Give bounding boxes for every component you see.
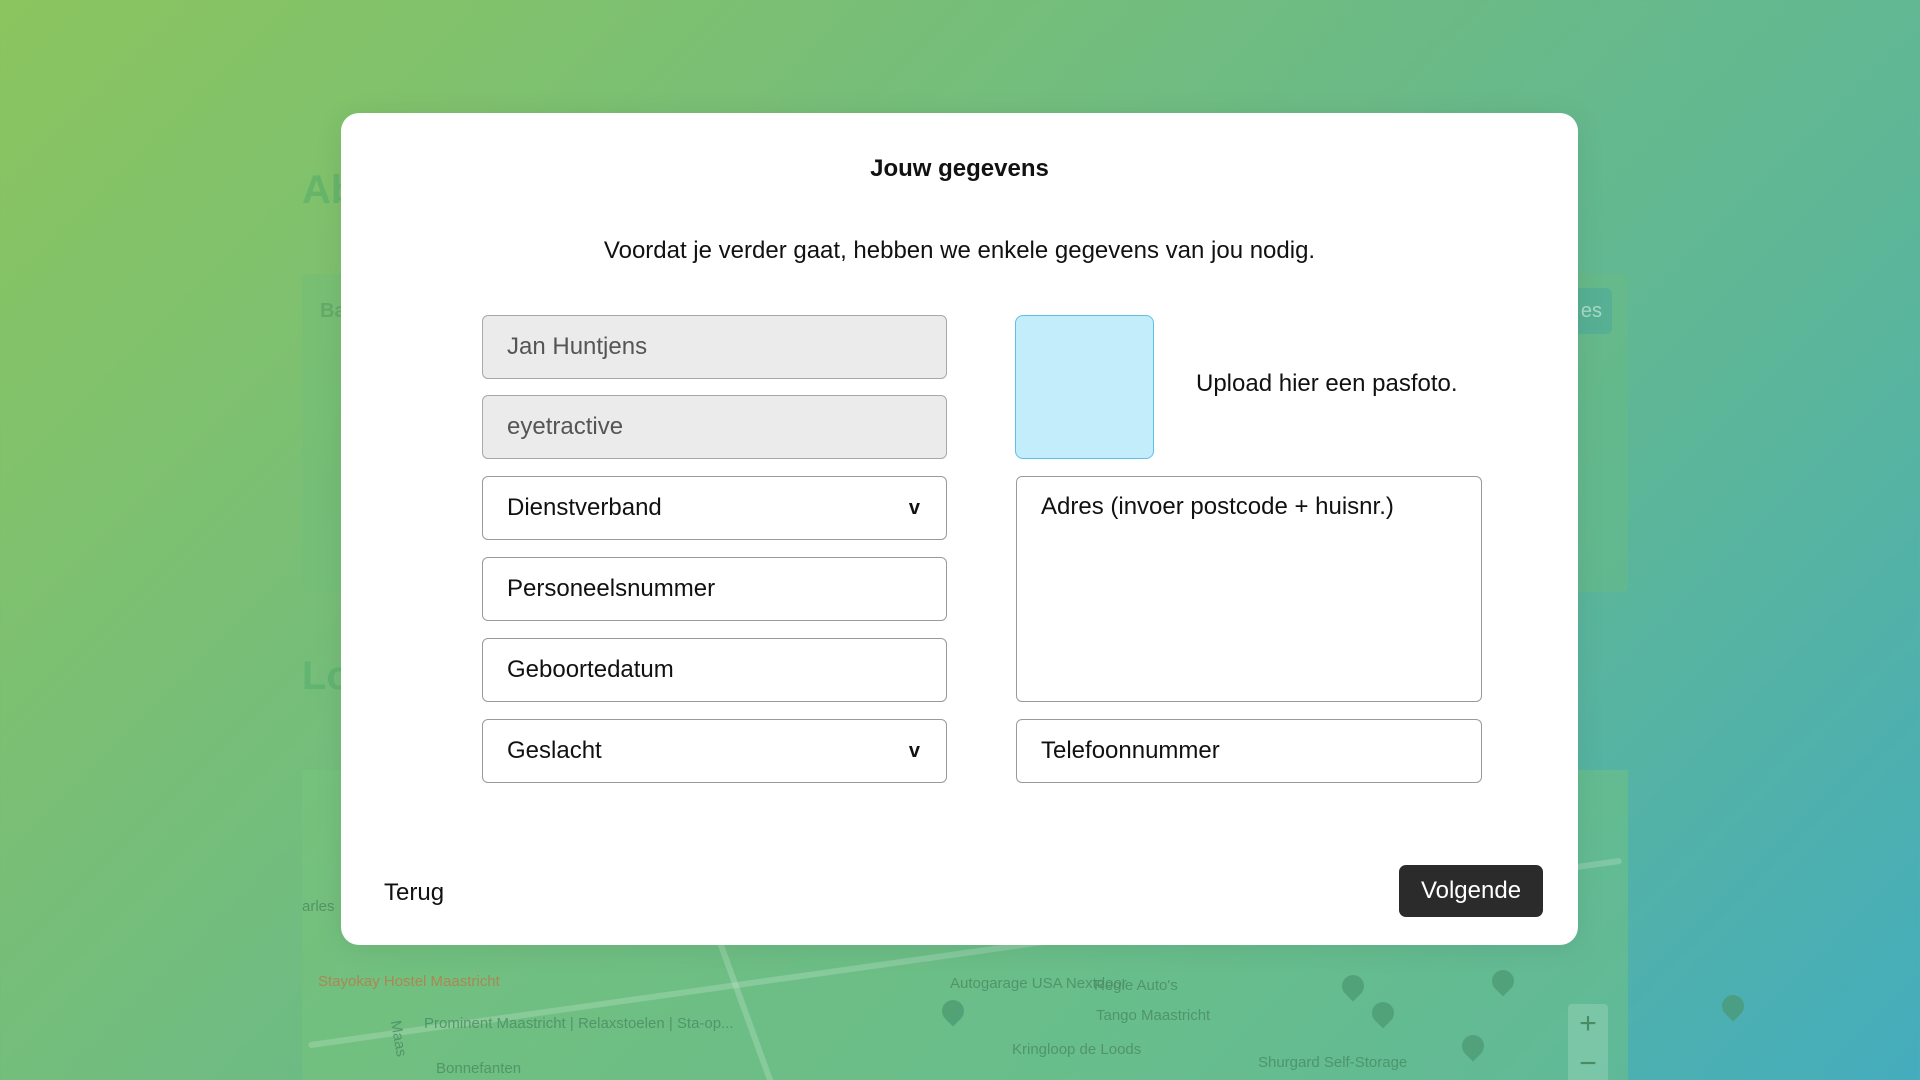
phone-placeholder: Telefoonnummer (1041, 737, 1220, 764)
employee-number-placeholder: Personeelsnummer (507, 575, 716, 602)
employment-select[interactable]: Dienstverband v (482, 476, 947, 540)
address-placeholder: Adres (invoer postcode + huisnr.) (1041, 493, 1394, 520)
modal-title: Jouw gegevens (870, 155, 1049, 182)
company-field-value: eyetractive (507, 413, 624, 440)
gender-select[interactable]: Geslacht v (482, 719, 947, 783)
personal-details-modal: Jouw gegevens Voordat je verder gaat, he… (341, 113, 1578, 945)
name-field[interactable]: Jan Huntjens (482, 315, 947, 379)
phone-field[interactable]: Telefoonnummer (1016, 719, 1482, 783)
chevron-down-icon: v (908, 496, 920, 519)
employee-number-field[interactable]: Personeelsnummer (482, 557, 947, 621)
birth-date-field[interactable]: Geboortedatum (482, 638, 947, 702)
next-button[interactable]: Volgende (1399, 865, 1543, 917)
modal-subtitle: Voordat je verder gaat, hebben we enkele… (603, 237, 1316, 264)
chevron-down-icon: v (908, 739, 920, 762)
employment-select-label: Dienstverband (507, 494, 662, 521)
company-field[interactable]: eyetractive (482, 395, 947, 459)
photo-upload-label: Upload hier een pasfoto. (1196, 370, 1458, 397)
photo-upload-area[interactable] (1015, 315, 1154, 459)
back-button[interactable]: Terug (384, 879, 444, 907)
address-field[interactable]: Adres (invoer postcode + huisnr.) (1016, 476, 1482, 702)
birth-date-placeholder: Geboortedatum (507, 656, 674, 683)
name-field-value: Jan Huntjens (507, 333, 648, 360)
gender-select-label: Geslacht (507, 737, 602, 764)
